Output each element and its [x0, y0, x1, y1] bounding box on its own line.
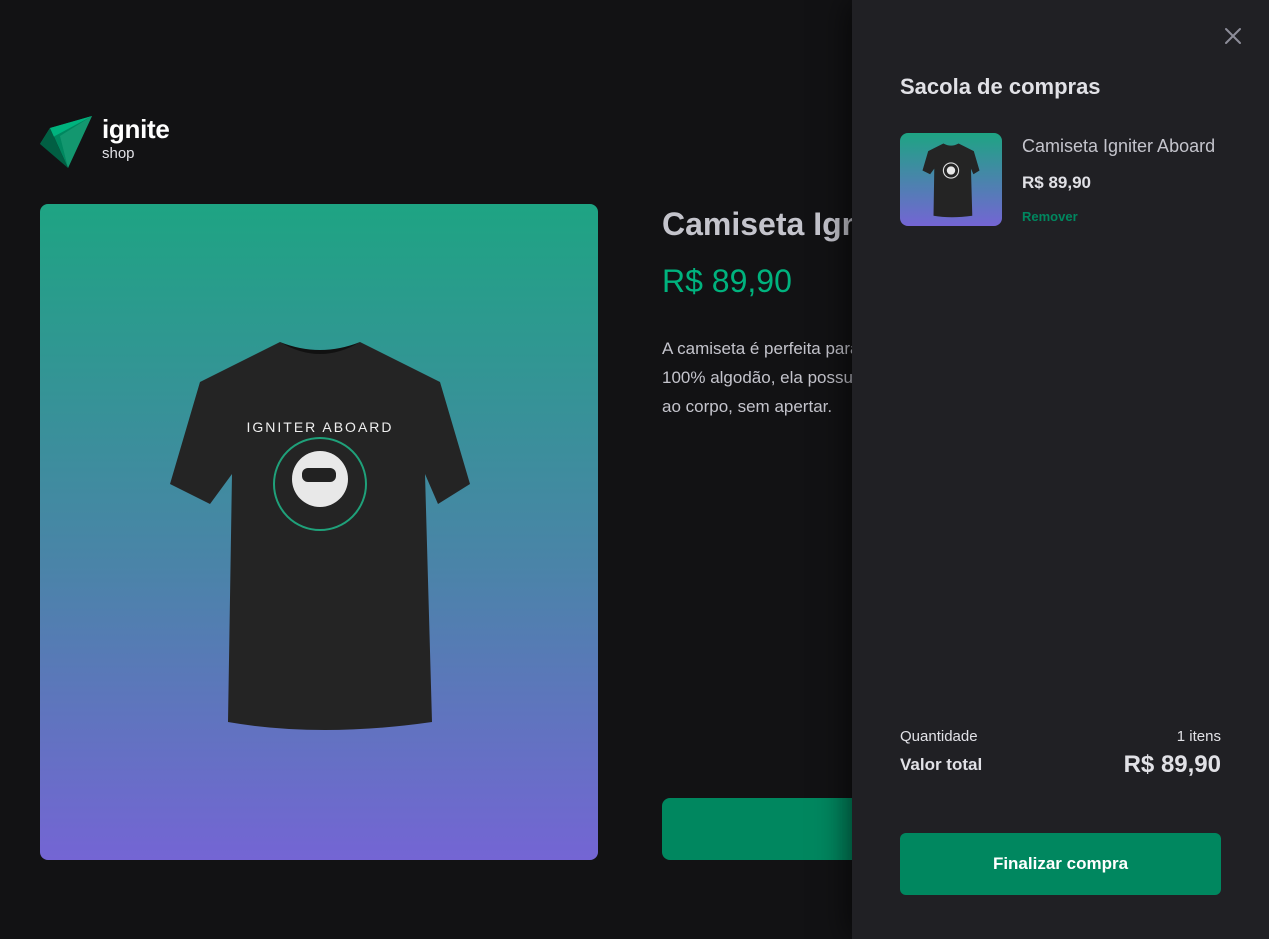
checkout-button[interactable]: Finalizar compra — [900, 833, 1221, 895]
cart-summary: Quantidade 1 itens Valor total R$ 89,90 — [900, 728, 1221, 779]
remove-item-button[interactable]: Remover — [1022, 209, 1215, 224]
logo-title: ignite — [102, 114, 170, 144]
close-icon — [1225, 28, 1241, 44]
close-button[interactable] — [1221, 24, 1245, 48]
product-image: IGNITER ABOARD — [40, 204, 598, 860]
ignite-logo-icon — [40, 116, 92, 168]
tshirt-image: IGNITER ABOARD — [170, 342, 470, 730]
total-value: R$ 89,90 — [1123, 751, 1221, 778]
logo[interactable]: ignite shop — [40, 116, 170, 170]
logo-subtitle: shop — [102, 145, 135, 162]
cart-item-price: R$ 89,90 — [1022, 173, 1091, 192]
quantity-label: Quantidade — [900, 728, 978, 745]
quantity-value: 1 itens — [1176, 728, 1221, 745]
total-label: Valor total — [900, 755, 983, 774]
tshirt-thumbnail-image — [922, 143, 980, 217]
shopping-bag-panel: Sacola de compras Camiseta Igniter Aboar… — [852, 0, 1269, 939]
shirt-print-text: IGNITER ABOARD — [246, 419, 393, 435]
cart-item: Camiseta Igniter Aboard R$ 89,90 Remover — [900, 133, 1215, 226]
cart-item-thumbnail — [900, 133, 1002, 226]
cart-title: Sacola de compras — [900, 74, 1101, 99]
cart-item-name: Camiseta Igniter Aboard — [1022, 136, 1216, 156]
